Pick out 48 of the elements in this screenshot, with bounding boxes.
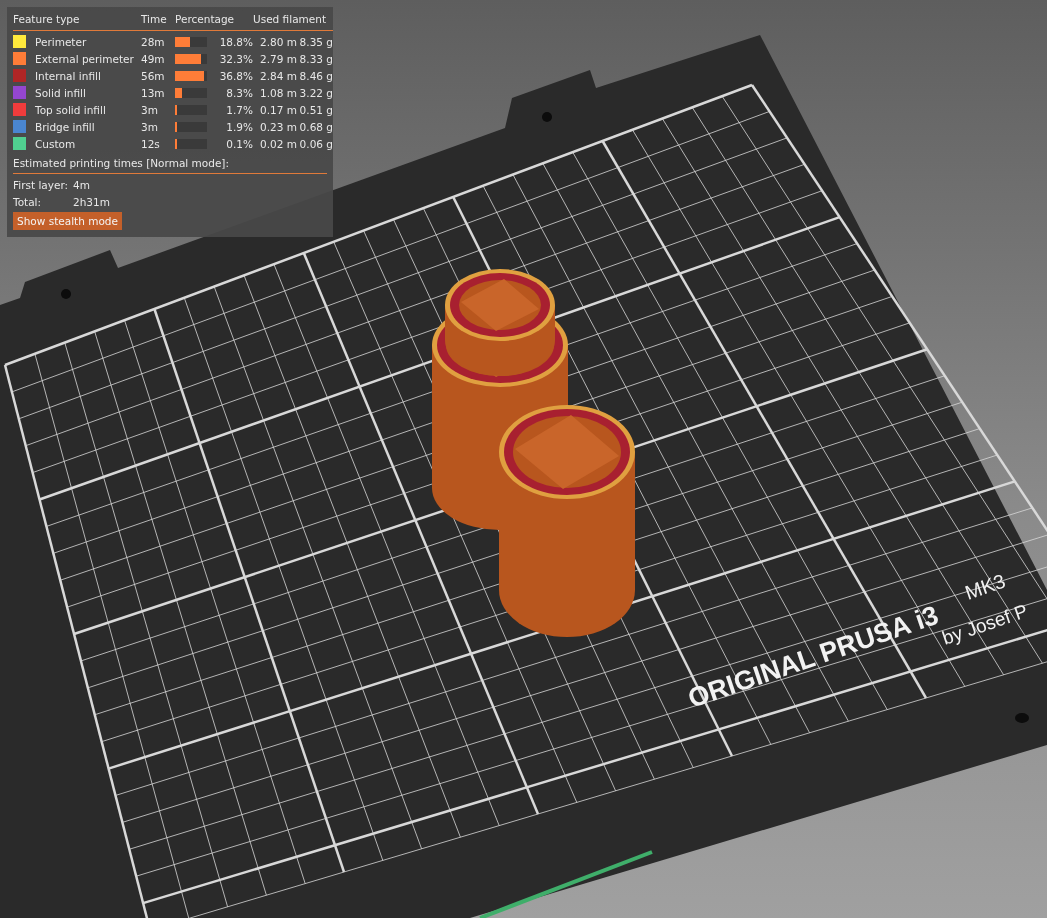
percentage-cell-text: 36.8%: [218, 69, 253, 82]
bed-hole-icon: [1015, 713, 1029, 723]
weight-cell-text: 0.68 g: [298, 120, 333, 133]
time-cell-text: 13m: [141, 86, 166, 99]
weight-cell-text: 8.35 g: [298, 35, 333, 48]
bed-hole-icon: [61, 289, 71, 299]
weight-cell-text: 8.33 g: [298, 52, 333, 65]
time-cell-text: 3m: [141, 103, 159, 116]
length-cell-text: 2.84 m: [259, 69, 297, 82]
percentage-cell-text: 32.3%: [218, 52, 253, 65]
percentage-cell-text: 8.3%: [225, 86, 253, 99]
time-cell-text: 56m: [141, 69, 166, 82]
length-cell-text: 2.79 m: [259, 52, 297, 65]
percentage-cell-text: 1.7%: [225, 103, 253, 116]
time-value: 2h31m: [73, 196, 111, 208]
length-cell-text: 2.80 m: [259, 35, 297, 48]
length-cell-text: 0.17 m: [259, 103, 297, 116]
percentage-cell-text: 0.1%: [225, 137, 253, 150]
feature-name: Perimeter: [35, 35, 87, 48]
time-cell-text: 12s: [141, 137, 161, 150]
time-value: 4m: [73, 179, 91, 191]
weight-cell-text: 0.06 g: [298, 137, 333, 150]
time-cell-text: 28m: [141, 35, 166, 48]
weight-cell-text: 0.51 g: [298, 103, 333, 116]
percentage-cell-text: 1.9%: [225, 120, 253, 133]
feature-name: Internal infill: [35, 69, 101, 82]
time-cell-text: 3m: [141, 120, 159, 133]
weight-cell-text: 3.22 g: [298, 86, 333, 99]
weight-cell-text: 8.46 g: [298, 69, 333, 82]
percentage-cell-text: 18.8%: [218, 35, 253, 48]
column-header: Time: [141, 13, 175, 31]
feature-name: Top solid infill: [35, 103, 106, 116]
feature-name: Custom: [35, 137, 76, 150]
feature-name: External perimeter: [35, 52, 134, 65]
bed-hole-icon: [542, 112, 552, 122]
stealth-mode-button[interactable]: Show stealth mode: [13, 212, 122, 230]
length-cell-text: 0.02 m: [259, 137, 297, 150]
length-cell-text: 1.08 m: [259, 86, 297, 99]
time-label: Total:: [13, 196, 43, 208]
column-header: Used filament: [253, 13, 333, 31]
column-header: Percentage: [175, 13, 253, 31]
estimate-title: Estimated printing times [Normal mode]:: [13, 157, 229, 169]
time-label: First layer:: [13, 179, 70, 191]
feature-name: Bridge infill: [35, 120, 95, 133]
length-cell-text: 0.23 m: [259, 120, 297, 133]
column-header: Feature type: [13, 13, 141, 31]
time-cell-text: 49m: [141, 52, 166, 65]
feature-name: Solid infill: [35, 86, 86, 99]
